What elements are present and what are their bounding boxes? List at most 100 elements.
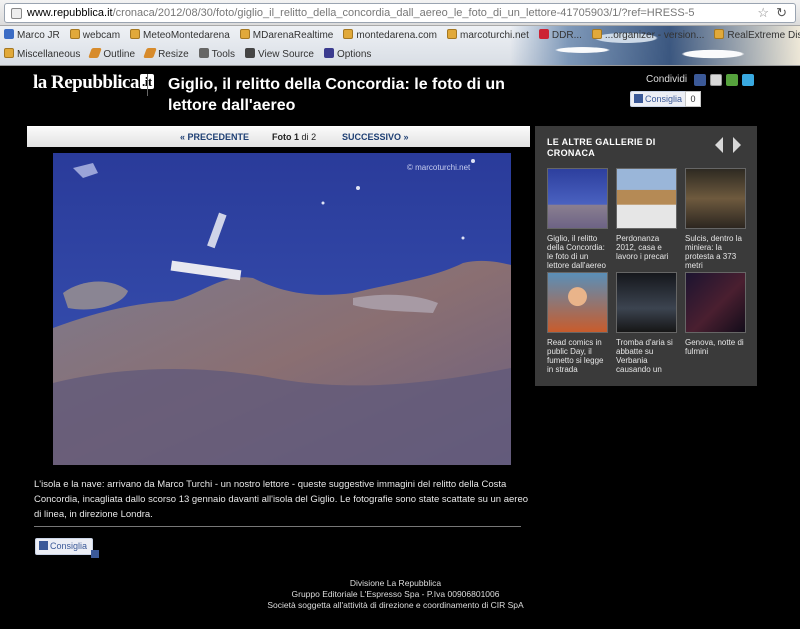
bookmark-tools[interactable]: Tools — [198, 47, 235, 63]
bookmark-ddr[interactable]: DDR... — [538, 28, 582, 44]
logo-divider — [147, 74, 148, 96]
related-gallery-thumbnail[interactable] — [547, 168, 608, 229]
related-galleries-title: LE ALTRE GALLERIE DI CRONACA — [547, 137, 656, 158]
footer-line-1: Divisione La Repubblica — [349, 578, 442, 588]
folder-icon — [4, 48, 14, 58]
bookmark-icon — [245, 48, 255, 58]
bookmark-label: ...organizer - version... — [604, 30, 705, 41]
related-gallery-item[interactable]: Genova, notte di fulmini — [685, 272, 746, 356]
related-gallery-title[interactable]: Perdonanza 2012, casa e lavoro i precari — [616, 234, 677, 261]
gallery-title: Giglio, il relitto della Concordia: le f… — [168, 76, 505, 114]
bookmark-meteomontedarena[interactable]: MeteoMontedarena — [130, 28, 230, 44]
bookmark-label: marcoturchi.net — [459, 30, 529, 41]
thumbs-up-icon — [634, 94, 643, 103]
like-count: 0 — [685, 91, 701, 107]
related-gallery-title[interactable]: Tromba d'aria si abbatte su Verbania cau… — [616, 338, 677, 374]
url-text[interactable]: www.repubblica.it/cronaca/2012/08/30/fot… — [27, 7, 694, 19]
bookmark-icon — [198, 48, 209, 58]
thumbs-up-icon — [39, 541, 48, 550]
bookmark-realextreme-discussio[interactable]: RealExtreme Discussio... — [714, 28, 800, 44]
bookmark-label: webcam — [82, 30, 121, 41]
facebook-small-icon[interactable] — [91, 550, 99, 558]
bookmark-icon — [538, 29, 549, 39]
url-field[interactable]: www.repubblica.it/cronaca/2012/08/30/fot… — [4, 3, 796, 23]
bookmark-view-source[interactable]: View Source — [245, 47, 314, 63]
facebook-icon[interactable] — [694, 74, 706, 86]
photo-credit: © marcoturchi.net — [407, 163, 471, 172]
bookmark-label: Tools — [211, 49, 235, 60]
bookmark-star-icon[interactable]: ☆ — [757, 5, 769, 21]
gallery-photo[interactable]: © marcoturchi.net — [53, 153, 511, 465]
share-label: Condividi — [646, 74, 688, 85]
related-galleries-panel: LE ALTRE GALLERIE DI CRONACA Giglio, il … — [535, 126, 757, 386]
bookmark-label: MeteoMontedarena — [143, 30, 230, 41]
bookmark-options[interactable]: Options — [323, 47, 372, 63]
caption-divider — [34, 526, 521, 527]
bookmark-label: Outline — [103, 49, 136, 60]
folder-icon — [69, 29, 80, 39]
carousel-prev-arrow-icon[interactable] — [715, 137, 723, 153]
bookmark-resize[interactable]: Resize — [143, 47, 189, 63]
related-gallery-title[interactable]: Genova, notte di fulmini — [685, 338, 746, 356]
folder-icon — [130, 29, 141, 39]
related-gallery-item[interactable]: Read comics in public Day, il fumetto si… — [547, 272, 608, 374]
related-gallery-item[interactable]: Perdonanza 2012, casa e lavoro i precari — [616, 168, 677, 261]
previous-link[interactable]: « PRECEDENTE — [180, 132, 249, 142]
folder-icon — [446, 29, 457, 39]
bookmark-marco-jr[interactable]: Marco JR — [4, 28, 60, 44]
bookmarks-bar: Marco JR webcam MeteoMontedarena MDarenaRea… — [0, 26, 800, 66]
bookmark-organizer-version[interactable]: ...organizer - version... — [591, 28, 705, 44]
related-gallery-thumbnail[interactable] — [685, 168, 746, 229]
email-icon[interactable] — [710, 74, 722, 86]
related-gallery-thumbnail[interactable] — [616, 272, 677, 333]
related-gallery-item[interactable]: Tromba d'aria si abbatte su Verbania cau… — [616, 272, 677, 374]
next-link[interactable]: SUCCESSIVO » — [342, 132, 409, 142]
bookmark-webcam[interactable]: webcam — [69, 28, 121, 44]
aerial-photo-image — [53, 153, 511, 465]
related-gallery-item[interactable]: Giglio, il relitto della Concordia: le f… — [547, 168, 608, 270]
bookmark-icon — [143, 48, 157, 58]
bookmark-label: Options — [336, 49, 372, 60]
bookmark-label: DDR... — [551, 30, 582, 41]
bookmark-mdarenarealtime[interactable]: MDarenaRealtime — [239, 28, 333, 44]
share-green-icon[interactable] — [726, 74, 738, 86]
bookmark-label: View Source — [258, 49, 314, 60]
facebook-like-button[interactable]: Consiglia — [630, 91, 689, 107]
page-content: la Repubblica.it Giglio, il relitto dell… — [27, 66, 764, 566]
carousel-next-arrow-icon[interactable] — [733, 137, 741, 153]
refresh-icon[interactable]: ↻ — [776, 5, 787, 21]
footer-line-2: Gruppo Editoriale L'Espresso Spa - P.Iva… — [291, 589, 500, 599]
related-gallery-item[interactable]: Sulcis, dentro la miniera: la protesta a… — [685, 168, 746, 270]
related-gallery-title[interactable]: Sulcis, dentro la miniera: la protesta a… — [685, 234, 746, 270]
site-favicon-icon — [11, 8, 22, 19]
related-gallery-title[interactable]: Read comics in public Day, il fumetto si… — [547, 338, 608, 374]
related-gallery-thumbnail[interactable] — [685, 272, 746, 333]
bookmark-icon — [4, 29, 14, 39]
bookmarks-row-2: Miscellaneous Outline Resize Tools View Sour… — [0, 47, 377, 65]
bookmark-label: RealExtreme Discussio... — [727, 30, 800, 41]
related-gallery-thumbnail[interactable] — [616, 168, 677, 229]
facebook-like-button-bottom[interactable]: Consiglia — [35, 538, 94, 555]
bookmark-outline[interactable]: Outline — [88, 47, 136, 63]
folder-icon — [239, 29, 250, 39]
bookmarks-row-1: Marco JR webcam MeteoMontedarena MDarenaRea… — [0, 28, 800, 46]
photo-counter: Foto 1 di 2 — [272, 132, 317, 142]
bookmark-label: Miscellaneous — [17, 49, 81, 60]
folder-icon — [591, 29, 602, 39]
bookmark-montedarena-com[interactable]: montedarena.com — [343, 28, 437, 44]
bookmark-label: Resize — [158, 49, 189, 60]
twitter-icon[interactable] — [742, 74, 754, 86]
folder-icon — [714, 29, 725, 39]
related-gallery-title[interactable]: Giglio, il relitto della Concordia: le f… — [547, 234, 608, 270]
bookmark-miscellaneous[interactable]: Miscellaneous — [4, 47, 80, 63]
photo-caption: L'isola e la nave: arrivano da Marco Tur… — [34, 479, 529, 520]
bookmark-icon — [323, 48, 334, 58]
bookmark-icon — [88, 48, 103, 58]
gallery-nav: « PRECEDENTE Foto 1 di 2 SUCCESSIVO » — [27, 126, 530, 147]
footer: Divisione La Repubblica Gruppo Editorial… — [27, 570, 764, 627]
bookmark-label: Marco JR — [17, 30, 60, 41]
repubblica-logo[interactable]: la Repubblica.it — [33, 72, 154, 94]
related-gallery-thumbnail[interactable] — [547, 272, 608, 333]
bookmark-marcoturchi-net[interactable]: marcoturchi.net — [446, 28, 529, 44]
bookmark-label: montedarena.com — [356, 30, 437, 41]
